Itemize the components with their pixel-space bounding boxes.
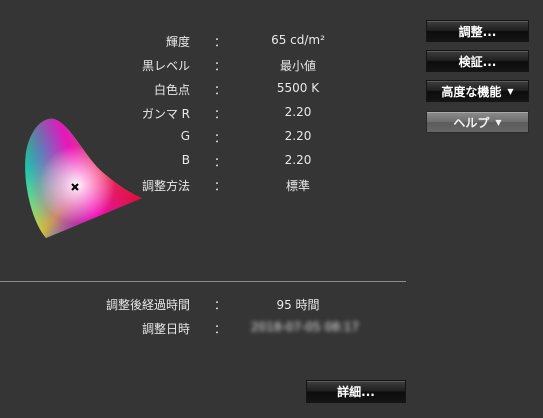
black-level-value: 最小値 [279,59,316,73]
method-label: 調整方法 [141,179,190,193]
white-point-row: 白色点 ： 5500 K [0,81,420,101]
colon: ： [214,83,227,97]
gamma-b-row: B ： 2.20 [0,153,420,173]
method-value: 標準 [285,179,310,193]
luminance-row: 輝度 ： 65 cd/m² [0,33,420,53]
colon: ： [214,298,227,312]
colon: ： [214,59,227,73]
colon: ： [214,155,227,169]
help-button-label: ヘルプ [453,115,490,130]
white-point-value: 5500 K [276,81,320,95]
gamma-b-label: B [181,153,190,167]
elapsed-row: 調整後経過時間 ： 95 時間 [0,296,420,316]
white-point-label: 白色点 [153,83,190,97]
gamma-b-value: 2.20 [284,153,312,167]
gamma-r-row: ガンマ R ： 2.20 [0,105,420,125]
colon: ： [214,107,227,121]
verify-button-label: 検証... [458,54,497,69]
gamma-r-value: 2.20 [284,105,312,119]
divider [0,281,406,282]
method-row: 調整方法 ： 標準 [0,177,420,197]
chevron-down-icon: ▼ [507,86,514,96]
details-button-label: 詳細... [337,385,375,399]
luminance-label: 輝度 [165,35,190,49]
details-button[interactable]: 詳細... [306,380,406,403]
advanced-features-label: 高度な機能 [441,84,502,99]
adjust-button-label: 調整... [458,24,497,39]
monitor-calibration-panel: 輝度 ： 65 cd/m² 黒レベル ： 最小値 白色点 ： 5500 K ガン… [0,0,543,418]
date-value: 2018-07-05 08:17 [250,320,360,334]
advanced-features-button[interactable]: 高度な機能 ▼ [426,80,529,102]
date-label: 調整日時 [141,322,190,336]
colon: ： [214,35,227,49]
elapsed-value: 95 時間 [276,298,320,312]
adjust-button[interactable]: 調整... [426,20,529,42]
colon: ： [214,322,227,336]
luminance-value: 65 cd/m² [271,33,325,47]
verify-button[interactable]: 検証... [426,50,529,72]
colon: ： [214,179,227,193]
gamma-g-value: 2.20 [284,129,312,143]
gamma-r-label: ガンマ R [141,107,190,121]
date-row: 調整日時 ： 2018-07-05 08:17 [0,320,420,340]
colon: ： [214,131,227,145]
gamma-g-label: G [180,129,190,143]
gamma-g-row: G ： 2.20 [0,129,420,149]
help-button[interactable]: ヘルプ ▼ [426,111,529,133]
black-level-row: 黒レベル ： 最小値 [0,57,420,77]
chevron-down-icon: ▼ [495,117,502,127]
black-level-label: 黒レベル [141,59,190,73]
elapsed-label: 調整後経過時間 [105,298,190,312]
